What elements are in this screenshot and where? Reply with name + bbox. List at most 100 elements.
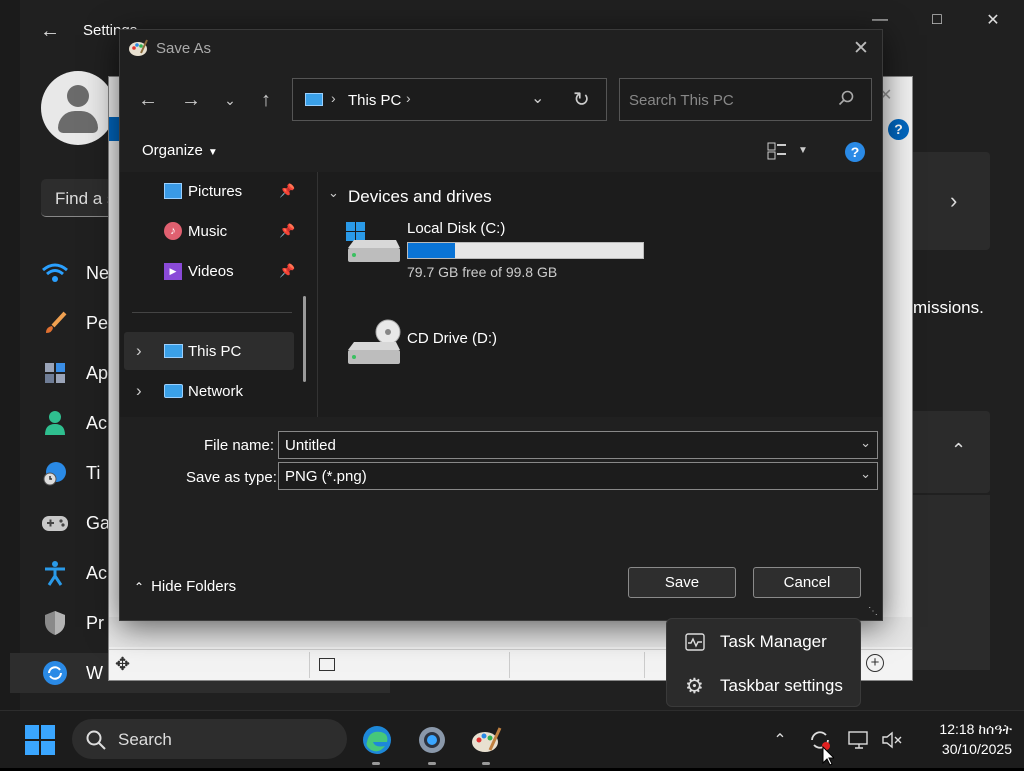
file-name-input[interactable]: Untitled ⌄ [278, 431, 878, 459]
person-icon [40, 408, 70, 438]
network-status-icon[interactable] [846, 711, 872, 769]
windows-update-icon [40, 658, 70, 688]
this-pc-label: This PC [188, 342, 242, 360]
recent-dropdown-icon[interactable]: ⌄ [218, 86, 242, 114]
taskbar-search-box[interactable]: Search [72, 719, 347, 759]
up-arrow-icon[interactable]: ↑ [252, 86, 280, 114]
maximize-button[interactable]: □ [917, 6, 957, 34]
music-label: Music [188, 222, 228, 240]
chevron-up-icon: ⌃ [951, 440, 967, 460]
nav-pane-scrollbar[interactable] [303, 296, 306, 382]
statusbar-divider [644, 652, 645, 678]
nav-label: Ga [86, 512, 111, 533]
selection-size-icon [319, 658, 335, 671]
pin-icon[interactable]: 📌 [279, 223, 295, 239]
paint-app-icon[interactable] [465, 711, 507, 769]
menu-item-taskbar-settings[interactable]: ⚙ Taskbar settings [667, 665, 862, 707]
clock-time: 12:18 ከሰዓት [939, 721, 1012, 737]
save-button[interactable]: Save [628, 567, 736, 598]
expand-chevron-icon[interactable]: › [136, 381, 142, 401]
move-icon: ✥ [115, 654, 131, 674]
back-icon[interactable]: ← [40, 20, 60, 43]
cancel-button[interactable]: Cancel [753, 567, 861, 598]
close-window-button[interactable]: ✕ [973, 6, 1013, 34]
gamepad-icon [40, 508, 70, 538]
taskbar: Search ⌃ 12:18 ከሰዓት 30/10/2025 [0, 710, 1024, 768]
drive-local-disk[interactable]: Local Disk (C:) 79.7 GB free of 99.8 GB [340, 216, 650, 280]
settings-card[interactable] [908, 152, 990, 250]
quick-access-music[interactable]: ♪ Music 📌 [124, 212, 295, 250]
start-button[interactable] [20, 711, 60, 769]
show-hidden-icons-chevron-icon[interactable]: ⌃ [768, 711, 792, 769]
breadcrumb-this-pc[interactable]: This PC [348, 92, 401, 109]
mouse-cursor-icon [822, 745, 836, 771]
forward-arrow-icon[interactable]: → [177, 86, 205, 114]
nav-label: Ap [86, 362, 109, 383]
pictures-icon [164, 183, 182, 199]
chevron-down-icon[interactable]: ⌄ [860, 435, 871, 451]
disk-usage-fill [408, 243, 455, 258]
zoom-in-icon[interactable]: + [866, 654, 884, 672]
edge-browser-icon[interactable] [356, 711, 398, 769]
settings-app-icon[interactable] [411, 711, 453, 769]
caret-down-icon: ▼ [207, 147, 218, 158]
address-bar[interactable]: › This PC › ⌄ ↻ [292, 78, 607, 121]
dialog-close-icon[interactable]: ✕ [853, 37, 869, 60]
hide-folders-button[interactable]: ⌃ Hide Folders [134, 578, 236, 595]
section-collapse-icon[interactable]: ⌄ [328, 185, 339, 201]
nav-label: Ti [86, 462, 101, 483]
volume-muted-icon[interactable] [879, 711, 905, 769]
quick-access-videos[interactable]: ▶ Videos 📌 [124, 252, 295, 290]
search-input[interactable]: Search This PC [619, 78, 872, 121]
accessibility-icon [40, 558, 70, 588]
view-options-icon[interactable] [767, 142, 787, 165]
menu-item-task-manager[interactable]: Task Manager [667, 621, 862, 663]
quick-access-pictures[interactable]: Pictures 📌 [124, 172, 295, 210]
nav-label: Pr [86, 612, 104, 633]
drive-cd[interactable]: CD Drive (D:) [340, 318, 650, 368]
nav-label: W [86, 662, 103, 683]
breadcrumb-chevron-icon[interactable]: › [406, 90, 411, 106]
pin-icon[interactable]: 📌 [279, 263, 295, 279]
desktop: ← Settings — □ ✕ Find a s Ne Pe Ap Ac Ti… [0, 0, 1024, 710]
statusbar-divider [509, 652, 510, 678]
drive-free-space: 79.7 GB free of 99.8 GB [407, 264, 558, 280]
wifi-icon [40, 258, 70, 288]
drive-name: CD Drive (D:) [407, 330, 497, 347]
nav-label: Ne [86, 262, 110, 283]
apps-icon [40, 358, 70, 388]
running-indicator [482, 762, 490, 765]
help-icon[interactable]: ? [845, 142, 865, 162]
nav-label: Ac [86, 412, 108, 433]
cancel-label: Cancel [783, 574, 831, 591]
organize-label: Organize [142, 142, 203, 159]
back-arrow-icon[interactable]: ← [134, 86, 162, 114]
network-label: Network [188, 382, 244, 400]
refresh-icon[interactable]: ↻ [573, 87, 590, 112]
clock[interactable]: 12:18 ከሰዓት 30/10/2025 [918, 719, 1012, 759]
pictures-label: Pictures [188, 182, 243, 200]
save-type-select[interactable]: PNG (*.png) ⌄ [278, 462, 878, 490]
gear-icon: ⚙ [685, 675, 704, 698]
organize-button[interactable]: Organize ▼ [142, 142, 218, 159]
expand-chevron-icon[interactable]: › [136, 341, 142, 361]
tree-item-this-pc[interactable]: › This PC [124, 332, 294, 370]
tree-item-network[interactable]: › Network [124, 372, 294, 410]
statusbar-divider [309, 652, 310, 678]
help-icon[interactable]: ? [888, 119, 909, 140]
dialog-title: Save As [156, 40, 212, 57]
pin-icon[interactable]: 📌 [279, 183, 295, 199]
videos-label: Videos [188, 262, 234, 280]
view-dropdown-icon[interactable]: ▼ [798, 145, 808, 156]
resize-grip-icon[interactable]: ⋱ [868, 606, 878, 617]
search-icon [838, 90, 854, 111]
save-label: Save [664, 574, 700, 591]
address-dropdown-icon[interactable]: ⌄ [531, 88, 544, 108]
save-type-label: Save as type: [186, 469, 277, 486]
brush-icon [40, 308, 70, 338]
chevron-down-icon[interactable]: ⌄ [860, 466, 871, 482]
breadcrumb-chevron-icon: › [331, 90, 336, 106]
disk-usage-bar [407, 242, 644, 259]
file-name-value: Untitled [285, 436, 336, 454]
settings-card[interactable] [908, 411, 990, 493]
